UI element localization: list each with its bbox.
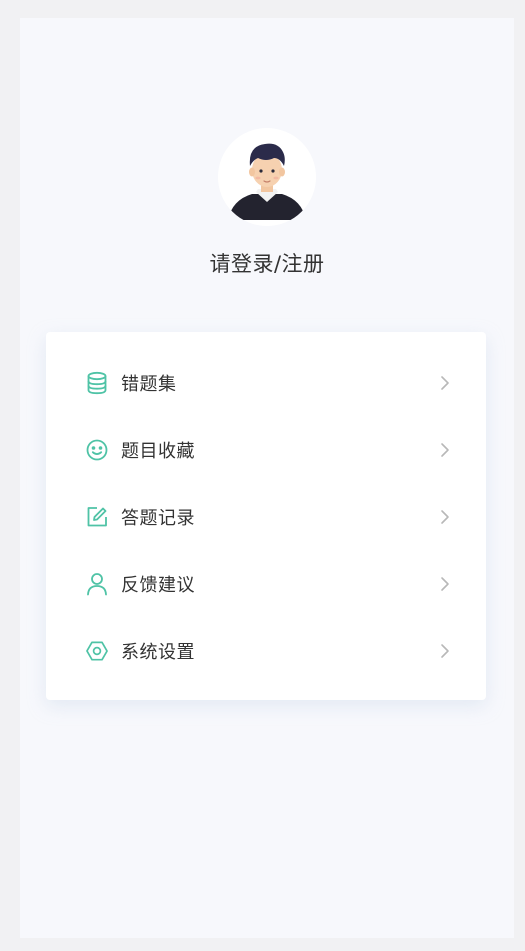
user-icon	[85, 572, 109, 596]
app-screen: 请登录/注册 错题集 题目收藏 答题记录 反馈建议 系统设置	[20, 18, 514, 938]
chevron-right-icon	[438, 374, 452, 392]
smiley-icon	[85, 438, 109, 462]
menu-item-label: 反馈建议	[121, 574, 195, 596]
edit-icon	[85, 505, 109, 529]
menu-item-settings[interactable]: 系统设置	[46, 617, 486, 684]
profile-section: 请登录/注册	[20, 128, 514, 278]
avatar-person-icon	[218, 128, 316, 226]
chevron-right-icon	[438, 508, 452, 526]
avatar[interactable]	[218, 128, 316, 226]
menu-item-feedback[interactable]: 反馈建议	[46, 550, 486, 617]
menu-item-label: 系统设置	[121, 641, 195, 663]
menu-item-label: 答题记录	[121, 507, 195, 529]
menu-card: 错题集 题目收藏 答题记录 反馈建议 系统设置	[46, 332, 486, 700]
menu-item-wrong-questions[interactable]: 错题集	[46, 349, 486, 416]
chevron-right-icon	[438, 575, 452, 593]
menu-item-favorites[interactable]: 题目收藏	[46, 416, 486, 483]
database-icon	[85, 371, 109, 395]
settings-icon	[85, 639, 109, 663]
menu-item-label: 题目收藏	[121, 440, 195, 462]
menu-item-label: 错题集	[121, 373, 177, 395]
chevron-right-icon	[438, 441, 452, 459]
chevron-right-icon	[438, 642, 452, 660]
menu-item-answer-history[interactable]: 答题记录	[46, 483, 486, 550]
login-register-link[interactable]: 请登录/注册	[20, 248, 514, 278]
